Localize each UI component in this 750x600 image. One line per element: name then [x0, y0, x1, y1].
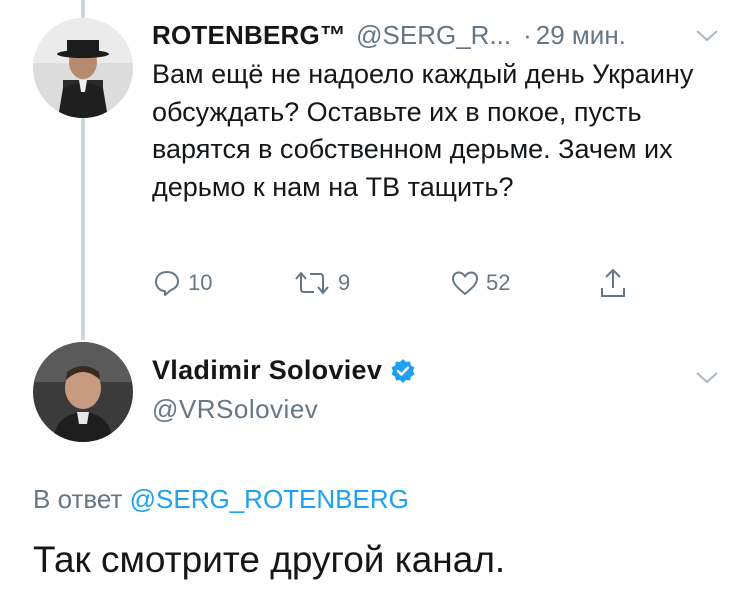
- verified-icon: [391, 358, 415, 383]
- retweet-count: 9: [338, 270, 351, 295]
- share-icon: [601, 269, 625, 297]
- reply-button[interactable]: 10: [152, 268, 212, 298]
- mention-link[interactable]: @SERG_ROTENBERG: [130, 484, 409, 514]
- author-handle[interactable]: @VRSoloviev: [152, 394, 416, 425]
- reply-text: Так смотрите другой канал.: [33, 539, 506, 580]
- chevron-down-icon[interactable]: [694, 28, 720, 44]
- retweet-icon: [295, 272, 329, 294]
- thread-line: [81, 118, 85, 340]
- chevron-down-icon[interactable]: [694, 370, 720, 386]
- tweet-timestamp[interactable]: 29 мин.: [536, 20, 626, 51]
- tweet-text: Вам ещё не надоело каждый день Украину о…: [152, 59, 694, 202]
- retweet-button[interactable]: 9: [292, 268, 350, 298]
- avatar[interactable]: [33, 342, 133, 442]
- author-handle[interactable]: @SERG_R...: [356, 20, 511, 51]
- separator-dot: ·: [523, 20, 532, 50]
- like-icon: [452, 271, 478, 295]
- reply-context: В ответ @SERG_ROTENBERG: [33, 484, 409, 515]
- like-count: 52: [486, 270, 511, 295]
- like-button[interactable]: 52: [450, 268, 510, 298]
- reply-icon: [155, 271, 179, 296]
- tweet-actions: 10 9 52: [152, 268, 652, 308]
- author-name[interactable]: ROTENBERG™: [152, 20, 346, 51]
- reply-prefix: В ответ: [33, 484, 123, 514]
- avatar[interactable]: [33, 18, 133, 118]
- reply-count: 10: [188, 270, 213, 295]
- author-name[interactable]: Vladimir Soloviev: [152, 355, 382, 386]
- share-button[interactable]: [598, 266, 628, 300]
